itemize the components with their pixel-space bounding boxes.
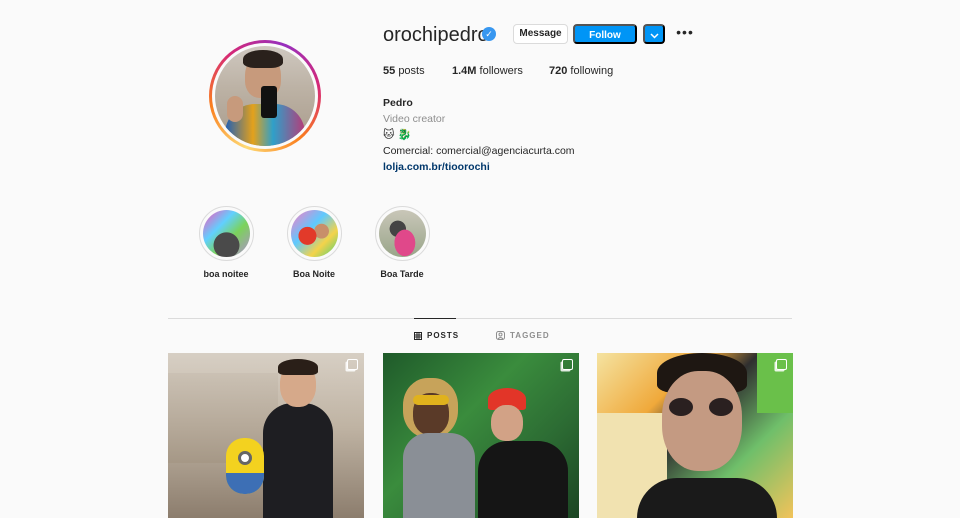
post-thumbnail[interactable] xyxy=(383,353,579,518)
story-highlight[interactable]: boa noitee xyxy=(196,206,256,279)
post-mural-leaves xyxy=(757,353,793,413)
profile-username: orochipedro xyxy=(383,24,489,46)
post-person-face xyxy=(662,371,742,471)
highlight-ring xyxy=(286,206,342,261)
tabs-divider xyxy=(168,318,792,319)
post-thumbnail[interactable] xyxy=(597,353,793,518)
avatar-hand xyxy=(227,96,243,122)
post-eye-makeup xyxy=(669,398,693,416)
post-minion-goggle xyxy=(238,451,252,465)
grid-icon xyxy=(414,331,422,340)
story-highlight[interactable]: Boa Tarde xyxy=(372,206,432,279)
post-person-shirt xyxy=(403,433,475,518)
followers-label: followers xyxy=(479,65,523,77)
post-person-face xyxy=(491,405,523,441)
following-count: 720 xyxy=(549,65,568,77)
tab-posts-label: POSTS xyxy=(427,331,460,340)
highlight-cover xyxy=(378,210,426,257)
highlight-ring xyxy=(198,206,254,261)
followers-stat[interactable]: 1.4M followers xyxy=(452,65,523,77)
highlight-cover xyxy=(202,210,250,257)
post-minion-overalls xyxy=(226,473,264,494)
post-thumbnail[interactable] xyxy=(168,353,364,518)
suggested-dropdown-button[interactable] xyxy=(643,24,665,44)
profile-full-name: Pedro xyxy=(383,97,413,109)
profile-category: Video creator xyxy=(383,113,446,125)
highlight-label: boa noitee xyxy=(203,269,249,279)
active-tab-indicator xyxy=(414,318,456,319)
profile-avatar[interactable] xyxy=(209,40,321,152)
post-person-suit xyxy=(263,403,333,518)
tab-posts[interactable]: POSTS xyxy=(414,331,459,340)
highlight-label: Boa Tarde xyxy=(380,269,424,279)
avatar-frame xyxy=(212,43,318,149)
multiple-photos-icon xyxy=(347,359,358,370)
post-person-jacket xyxy=(478,441,568,518)
highlight-cover xyxy=(290,210,338,257)
post-person-hair xyxy=(278,359,318,375)
followers-count: 1.4M xyxy=(452,65,477,77)
following-stat[interactable]: 720 following xyxy=(549,65,613,77)
message-button[interactable]: Message xyxy=(513,24,568,44)
tag-icon xyxy=(496,331,505,340)
post-person-shirt xyxy=(637,478,777,518)
chevron-down-icon xyxy=(649,32,659,39)
profile-bio: Pedro Video creator 🐱 🐉 Comercial: comer… xyxy=(383,95,575,175)
following-label: following xyxy=(570,65,614,77)
highlight-ring xyxy=(374,206,430,261)
bio-link[interactable]: lolja.com.br/tioorochi xyxy=(383,159,575,175)
follow-button[interactable]: Follow xyxy=(573,24,637,44)
tab-tagged-label: TAGGED xyxy=(510,331,550,340)
bio-contact: Comercial: comercial@agenciacurta.com xyxy=(383,145,575,157)
story-highlight[interactable]: Boa Noite xyxy=(284,206,344,279)
highlight-label: Boa Noite xyxy=(292,269,335,279)
multiple-photos-icon xyxy=(776,359,787,370)
multiple-photos-icon xyxy=(562,359,573,370)
more-options-icon[interactable]: ••• xyxy=(675,25,695,42)
verified-badge-icon: ✓ xyxy=(482,27,496,41)
tab-tagged[interactable]: TAGGED xyxy=(496,331,550,340)
avatar-hair xyxy=(243,50,283,68)
avatar-phone xyxy=(261,86,277,118)
posts-count: 55 xyxy=(383,65,396,77)
avatar-image xyxy=(215,46,315,146)
bio-emojis: 🐱 🐉 xyxy=(383,129,412,141)
posts-stat: 55 posts xyxy=(383,65,425,77)
post-eye-makeup xyxy=(709,398,733,416)
post-sunglasses xyxy=(413,395,449,405)
posts-label: posts xyxy=(398,65,425,77)
